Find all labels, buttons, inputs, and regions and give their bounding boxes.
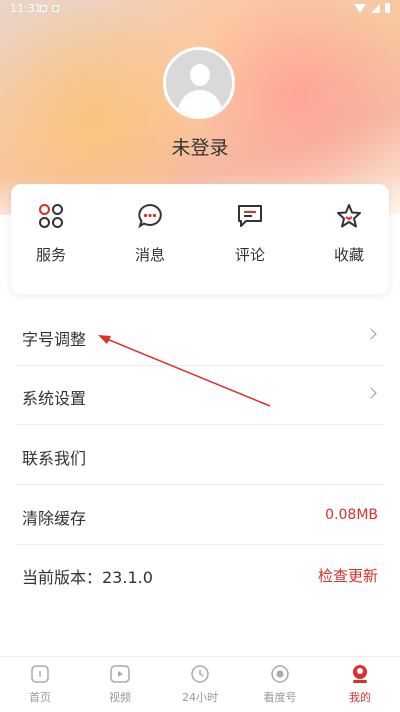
clear-cache[interactable]: 清除缓存 0.08MB [0, 487, 400, 545]
version-row: 当前版本：23.1.0 检查更新 [0, 546, 400, 604]
quick-action-label: 服务 [35, 246, 66, 264]
tab-label: 视频 [109, 691, 131, 704]
tab-video[interactable]: 视频 [90, 663, 150, 705]
tab-label: 我的 [349, 691, 371, 704]
quick-action-label: 消息 [134, 246, 165, 264]
circle-icon [269, 663, 291, 685]
home-icon [29, 663, 51, 685]
clock-24-icon [189, 663, 211, 685]
chevron-right-icon [365, 387, 377, 399]
system-settings[interactable]: 系统设置 [0, 367, 400, 425]
tab-label: 首页 [29, 691, 51, 704]
services-button[interactable]: 服务 [11, 202, 91, 265]
login-label[interactable]: 未登录 [0, 133, 400, 160]
contact-us[interactable]: 联系我们 [0, 427, 400, 485]
comment-icon [236, 202, 264, 230]
bottom-nav: 首页 视频 24小时 看度号 我的 [0, 656, 400, 712]
quick-action-label: 评论 [234, 246, 265, 264]
status-bar: 11:31 [0, 0, 400, 18]
user-icon [349, 663, 371, 685]
setting-label: 联系我们 [22, 449, 87, 468]
comments-button[interactable]: 评论 [210, 202, 290, 265]
tab-label: 看度号 [263, 691, 297, 704]
font-size-setting[interactable]: 字号调整 [0, 308, 400, 366]
setting-label: 字号调整 [22, 330, 87, 349]
quick-actions-card: 服务 消息 评论 收藏 [11, 184, 389, 294]
tab-24h[interactable]: 24小时 [170, 663, 230, 705]
chevron-right-icon [365, 328, 377, 340]
star-icon [335, 202, 363, 230]
services-grid-icon [37, 202, 65, 230]
setting-label: 清除缓存 [22, 509, 87, 528]
check-update-button[interactable]: 检查更新 [318, 565, 378, 586]
messages-button[interactable]: 消息 [110, 202, 190, 265]
tab-home[interactable]: 首页 [10, 663, 70, 705]
video-play-icon [109, 663, 131, 685]
signal-icon [371, 3, 380, 13]
notification-icon [40, 5, 47, 12]
quick-action-label: 收藏 [333, 246, 364, 264]
tab-label: 24小时 [182, 691, 218, 704]
avatar[interactable] [163, 47, 235, 119]
version-label: 当前版本：23.1.0 [22, 568, 153, 587]
cache-size: 0.08MB [325, 507, 378, 523]
wifi-icon [354, 3, 366, 13]
status-time: 11:31 [10, 2, 42, 15]
battery-icon [385, 3, 390, 13]
tab-mine[interactable]: 我的 [330, 663, 390, 705]
message-bubble-icon [136, 202, 164, 230]
favorites-button[interactable]: 收藏 [309, 202, 389, 265]
tab-kandu[interactable]: 看度号 [250, 663, 310, 705]
notification-icon [52, 5, 59, 12]
setting-label: 系统设置 [22, 389, 87, 408]
